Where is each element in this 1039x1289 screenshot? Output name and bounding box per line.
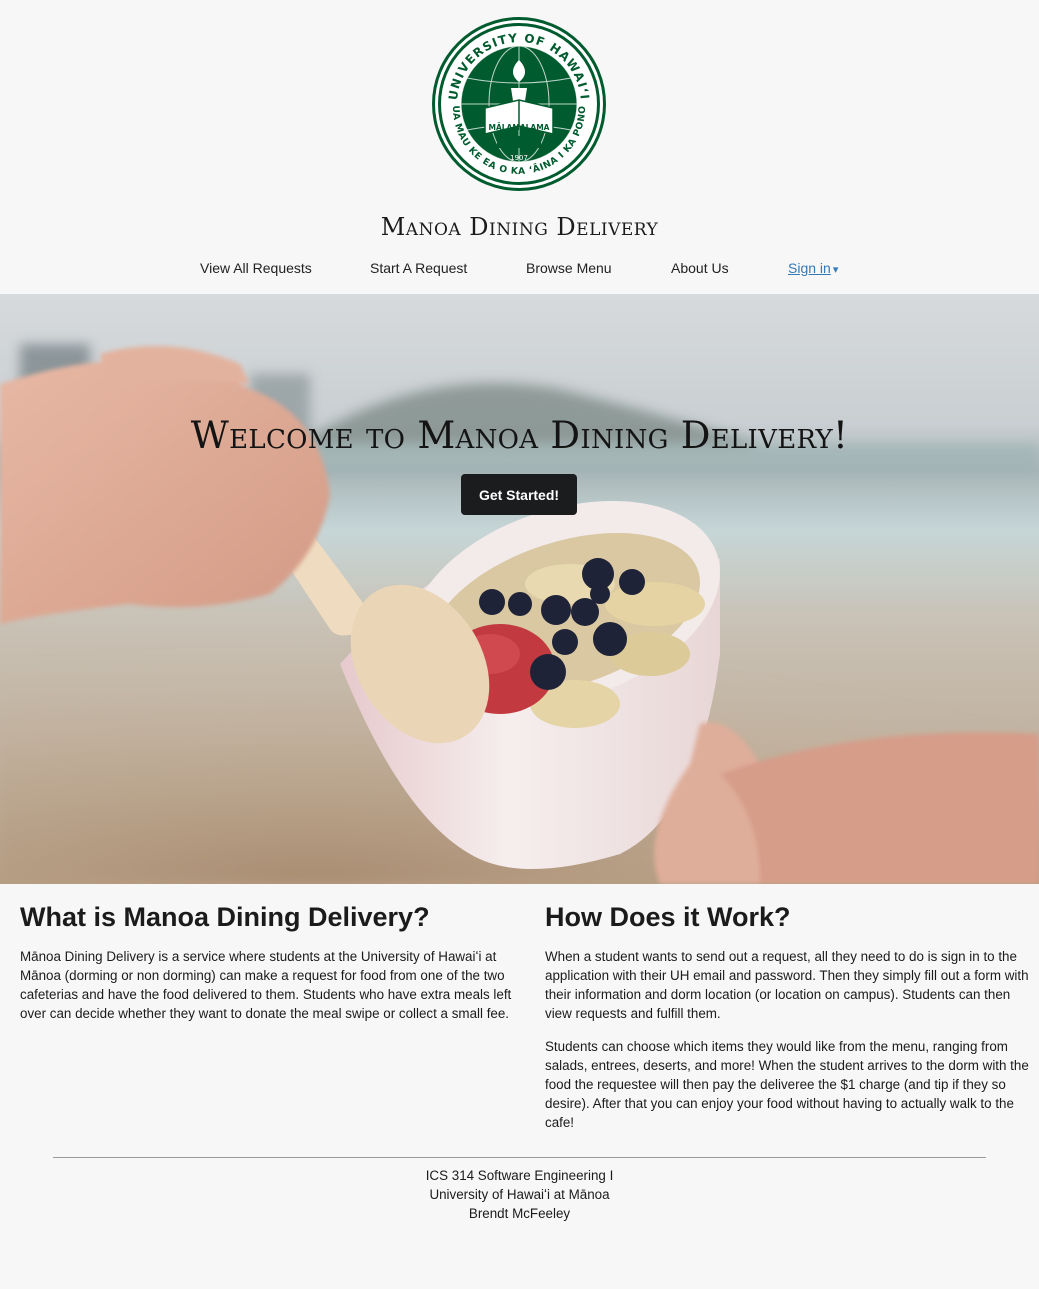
what-is-body: Mānoa Dining Delivery is a service where… bbox=[20, 949, 512, 1021]
nav-about-us[interactable]: About Us bbox=[671, 260, 729, 276]
hero-background-image bbox=[0, 294, 1039, 884]
caret-down-icon: ▾ bbox=[832, 264, 839, 276]
what-is-section: What is Manoa Dining Delivery? Mānoa Din… bbox=[20, 902, 520, 1037]
nav-start-a-request[interactable]: Start A Request bbox=[370, 260, 467, 276]
nav-browse-menu[interactable]: Browse Menu bbox=[526, 260, 612, 276]
footer-divider bbox=[53, 1157, 986, 1158]
how-it-works-body-2: Students can choose which items they wou… bbox=[545, 1039, 1029, 1130]
svg-text:1907: 1907 bbox=[510, 154, 528, 162]
how-it-works-section: How Does it Work? When a student wants t… bbox=[545, 902, 1039, 1146]
university-seal-logo: MĀLAMALAMA 1907 UNIVERSITY OF HAWAIʻI UA… bbox=[431, 16, 607, 192]
hero-title: Welcome to Manoa Dining Delivery! bbox=[190, 414, 849, 457]
nav-sign-in-dropdown[interactable]: Sign in ▾ bbox=[788, 260, 838, 276]
site-title: Manoa Dining Delivery bbox=[380, 213, 659, 241]
footer-university: University of Hawaiʻi at Mānoa bbox=[429, 1187, 610, 1202]
how-it-works-body-1: When a student wants to send out a reque… bbox=[545, 949, 1029, 1021]
sign-in-label: Sign in bbox=[788, 260, 831, 276]
get-started-button[interactable]: Get Started! bbox=[461, 474, 577, 515]
footer: ICS 314 Software Engineering I Universit… bbox=[0, 1166, 1039, 1223]
footer-course: ICS 314 Software Engineering I bbox=[425, 1168, 614, 1183]
what-is-heading: What is Manoa Dining Delivery? bbox=[20, 902, 430, 932]
nav-view-all-requests[interactable]: View All Requests bbox=[200, 260, 312, 276]
how-it-works-heading: How Does it Work? bbox=[545, 902, 791, 932]
svg-text:MĀLAMALAMA: MĀLAMALAMA bbox=[489, 123, 550, 132]
seal-graphic: MĀLAMALAMA 1907 UNIVERSITY OF HAWAIʻI UA… bbox=[432, 17, 606, 191]
main-nav: View All Requests Start A Request Browse… bbox=[0, 260, 1039, 282]
hero-banner: Welcome to Manoa Dining Delivery! Get St… bbox=[0, 294, 1039, 884]
footer-author: Brendt McFeeley bbox=[468, 1206, 571, 1221]
